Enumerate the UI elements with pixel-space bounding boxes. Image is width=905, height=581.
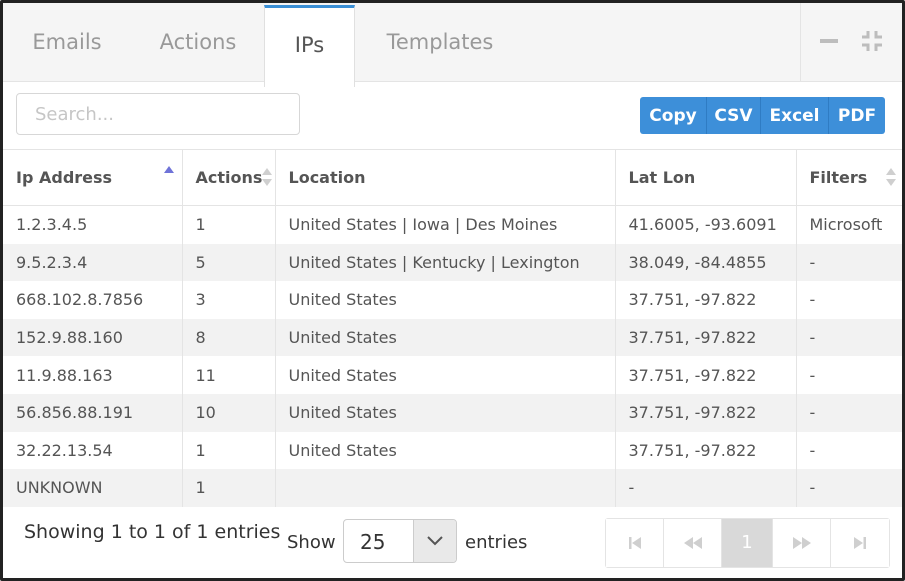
pagination: 1 — [605, 518, 890, 568]
cell-lat-lon: 37.751, -97.822 — [615, 281, 797, 319]
entries-label: entries — [465, 532, 528, 553]
cell-location: United States | Iowa | Des Moines — [275, 205, 616, 244]
page-1-button[interactable]: 1 — [722, 519, 773, 567]
cell-lat-lon: 37.751, -97.822 — [615, 318, 797, 357]
table-row: 56.856.88.191 10 United States 37.751, -… — [3, 393, 902, 432]
column-label: Ip Address — [16, 168, 113, 187]
cell-filters: - — [796, 469, 902, 507]
first-page-icon — [628, 537, 641, 549]
cell-actions: 11 — [182, 356, 276, 394]
cell-actions: 1 — [182, 469, 276, 507]
first-page-button[interactable] — [606, 519, 664, 567]
table-row: 668.102.8.7856 3 United States 37.751, -… — [3, 281, 902, 319]
cell-ip-address: 56.856.88.191 — [3, 393, 183, 432]
cell-lat-lon: 37.751, -97.822 — [615, 393, 797, 432]
cell-location: United States — [275, 318, 616, 357]
cell-actions: 8 — [182, 318, 276, 357]
cell-filters: - — [809, 365, 816, 385]
cell-location: United States — [275, 356, 616, 394]
show-label: Show — [287, 532, 336, 553]
search-input[interactable] — [16, 93, 300, 135]
pdf-button[interactable]: PDF — [829, 97, 885, 134]
cell-actions: 10 — [182, 393, 276, 432]
panel-tools — [800, 3, 902, 81]
cell-ip-address: 668.102.8.7856 — [3, 281, 183, 319]
cell-ip-address: 152.9.88.160 — [3, 318, 183, 357]
excel-button[interactable]: Excel — [761, 97, 829, 134]
cell-lat-lon: 38.049, -84.4855 — [615, 243, 797, 282]
table-row: 152.9.88.160 8 United States 37.751, -97… — [3, 318, 902, 357]
cell-location — [275, 469, 616, 507]
next-page-button[interactable] — [773, 519, 831, 567]
minus-icon[interactable] — [817, 29, 841, 53]
chevron-down-icon[interactable] — [413, 520, 456, 562]
cell-location: United States | Kentucky | Lexington — [275, 243, 616, 282]
ips-table: Ip Address Actions Location Lat Lon Filt… — [3, 149, 902, 507]
cell-actions: 1 — [182, 431, 276, 470]
cell-actions: 5 — [182, 243, 276, 282]
tab-bar: Emails Actions IPs Templates — [3, 3, 902, 87]
sort-both-icon — [261, 168, 272, 186]
column-header-ip-address[interactable]: Ip Address — [3, 149, 183, 206]
cell-ip-address: 1.2.3.4.5 — [3, 205, 183, 244]
table-row: 32.22.13.54 1 United States 37.751, -97.… — [3, 431, 902, 470]
cell-actions: 3 — [182, 281, 276, 319]
ips-panel: Emails Actions IPs Templates Copy CSV Ex… — [0, 0, 905, 581]
cell-filters: - — [796, 318, 902, 357]
cell-filters: - — [796, 243, 902, 282]
column-label: Location — [288, 168, 366, 187]
cell-lat-lon: 37.751, -97.822 — [615, 356, 797, 394]
last-page-button[interactable] — [831, 519, 889, 567]
cell-location: United States — [275, 393, 616, 432]
tab-templates[interactable]: Templates — [355, 3, 525, 81]
column-header-actions[interactable]: Actions — [182, 149, 276, 206]
tab-emails[interactable]: Emails — [3, 3, 131, 81]
cell-ip-address: UNKNOWN — [3, 469, 183, 507]
cell-location: United States — [275, 281, 616, 319]
table-row: 9.5.2.3.4 5 United States | Kentucky | L… — [3, 243, 902, 282]
table-row: UNKNOWN 1 - - — [3, 469, 902, 507]
fast-forward-icon — [792, 537, 811, 549]
sort-ascending-icon — [163, 166, 174, 173]
cell-lat-lon: 37.751, -97.822 — [615, 431, 797, 470]
column-label: Actions — [195, 168, 263, 187]
compress-icon[interactable] — [860, 29, 884, 53]
previous-page-button[interactable] — [664, 519, 722, 567]
column-header-location: Location — [275, 149, 616, 206]
tab-actions[interactable]: Actions — [131, 3, 265, 81]
cell-filters: - — [796, 393, 902, 432]
cell-ip-address: 11.9.88.163 — [3, 356, 183, 394]
column-label: Filters — [809, 168, 868, 187]
table-info: Showing 1 to 1 of 1 entries — [24, 521, 281, 543]
column-header-lat-lon: Lat Lon — [615, 149, 797, 206]
page-length-select[interactable]: 25 — [343, 519, 457, 563]
cell-actions: 1 — [182, 205, 276, 244]
cell-filters: - — [809, 290, 816, 310]
cell-filters: Microsoft — [809, 215, 883, 235]
table-row: 11.9.88.163 11 United States 37.751, -97… — [3, 356, 902, 394]
column-header-filters[interactable]: Filters — [796, 149, 902, 206]
cell-lat-lon: 41.6005, -93.6091 — [615, 205, 797, 244]
cell-lat-lon: - — [615, 469, 797, 507]
rewind-icon — [683, 537, 702, 549]
cell-ip-address: 32.22.13.54 — [3, 431, 183, 470]
table-row: 1.2.3.4.5 1 United States | Iowa | Des M… — [3, 205, 902, 244]
cell-location: United States — [275, 431, 616, 470]
copy-button[interactable]: Copy — [640, 97, 707, 134]
column-label: Lat Lon — [628, 168, 696, 187]
table-header-row: Ip Address Actions Location Lat Lon Filt… — [3, 149, 902, 206]
last-page-icon — [854, 537, 866, 549]
tab-ips[interactable]: IPs — [264, 5, 355, 87]
export-buttons: Copy CSV Excel PDF — [640, 97, 885, 134]
page-length-value: 25 — [360, 530, 386, 554]
cell-ip-address: 9.5.2.3.4 — [3, 243, 183, 282]
csv-button[interactable]: CSV — [707, 97, 761, 134]
cell-filters: - — [809, 440, 816, 460]
sort-both-icon — [886, 168, 896, 186]
